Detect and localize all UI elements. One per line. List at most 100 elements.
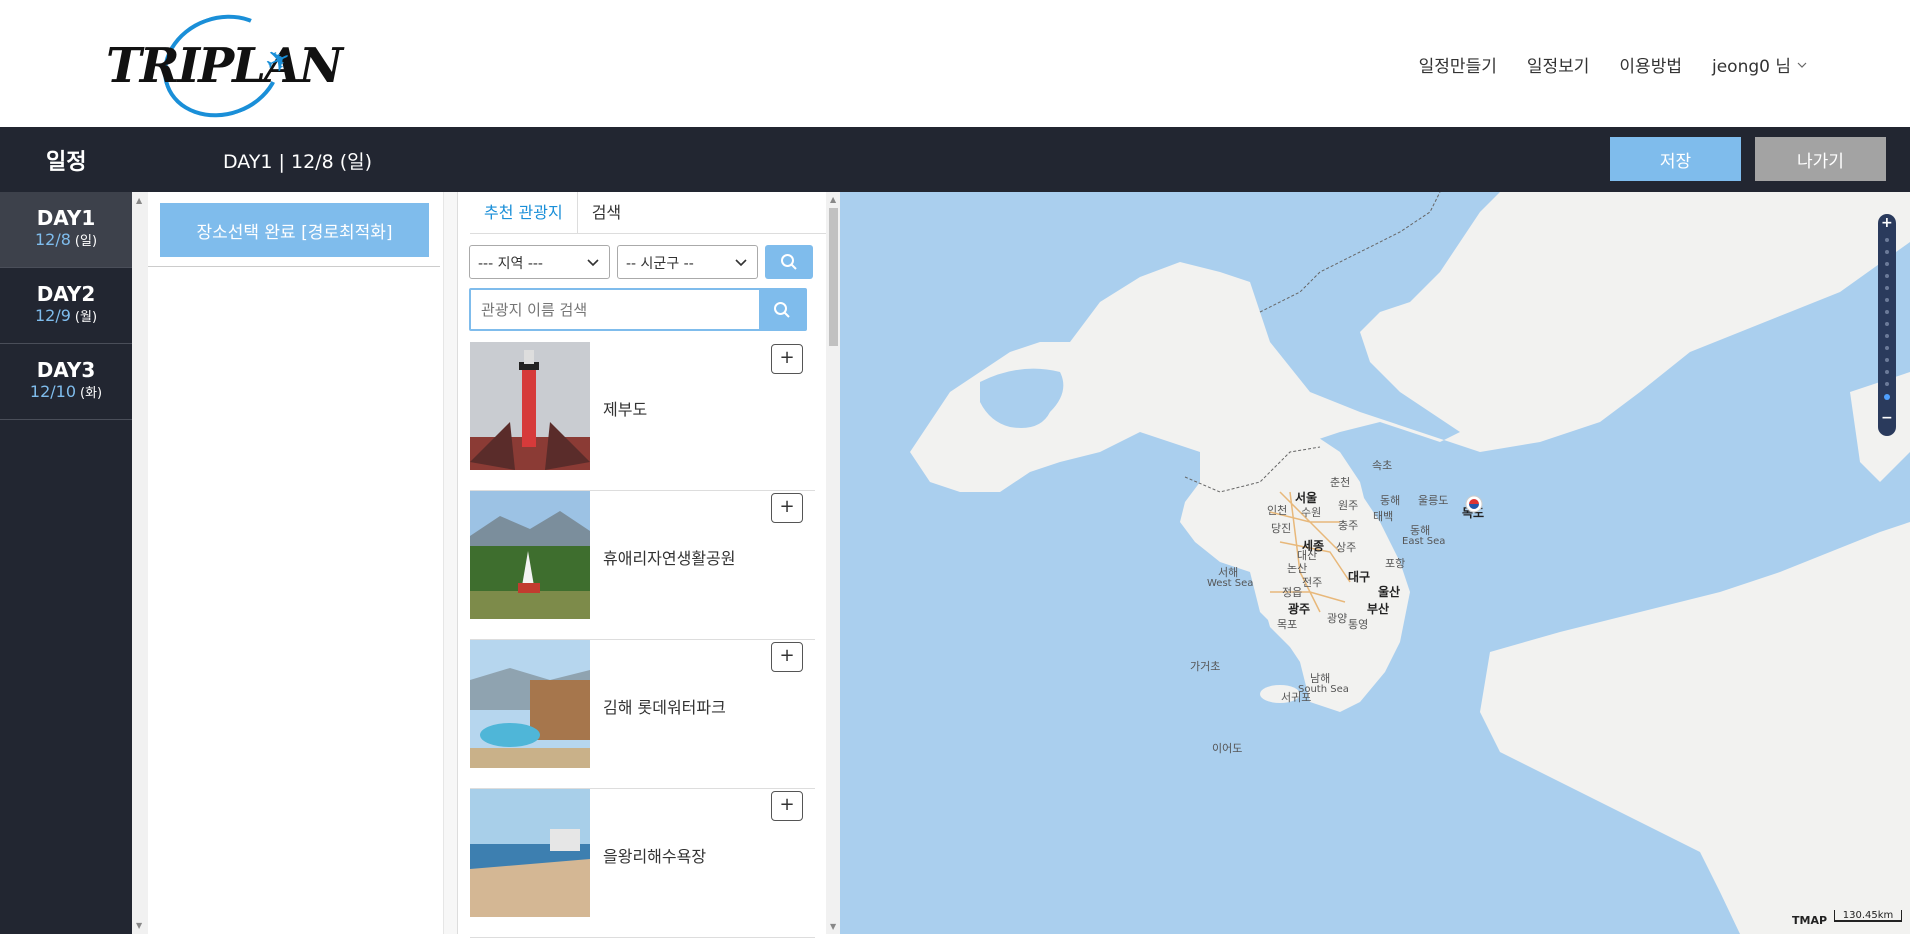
day-weekday: (일): [74, 234, 98, 249]
day-name: DAY3: [36, 358, 96, 382]
filter-search-button[interactable]: [765, 245, 813, 279]
place-search-button[interactable]: [759, 290, 805, 329]
zoom-level-dot: [1885, 358, 1889, 362]
day-name: DAY1: [36, 206, 96, 230]
map-label: 상주: [1336, 541, 1357, 554]
scroll-down-arrow[interactable]: ▼: [830, 922, 836, 931]
zoom-level-handle[interactable]: [1884, 394, 1890, 400]
map-label: 춘천: [1330, 476, 1351, 489]
place-tabs: 추천 관광지 검색: [470, 192, 830, 234]
map-label: 가거초: [1190, 660, 1221, 673]
places-scrollbar[interactable]: ▲ ▼: [826, 192, 841, 934]
left-scrollbar[interactable]: ▲ ▼: [132, 192, 148, 934]
map-label: 부산: [1367, 602, 1390, 616]
current-day-title: DAY1 | 12/8 (일): [223, 151, 373, 173]
triplan-logo[interactable]: TRIPLAN ✈: [104, 0, 343, 134]
list-item[interactable]: 휴애리자연생활공원 +: [470, 491, 815, 640]
chevron-down-icon: [735, 259, 747, 267]
chevron-down-icon: [1797, 62, 1807, 68]
nav-how-to-use[interactable]: 이용방법: [1619, 52, 1682, 77]
flag-icon: [1465, 495, 1483, 513]
scrollbar-thumb[interactable]: [829, 208, 838, 346]
nav-create-schedule[interactable]: 일정만들기: [1419, 52, 1497, 77]
map-label: 광양: [1327, 612, 1348, 625]
zoom-level-dot: [1885, 262, 1889, 266]
place-search-input[interactable]: [471, 290, 759, 329]
zoom-level-dot: [1885, 382, 1889, 386]
site-header: TRIPLAN ✈ 일정만들기 일정보기 이용방법 jeong0 님: [0, 0, 1910, 134]
add-place-button[interactable]: +: [771, 344, 803, 374]
beach-photo: [470, 789, 590, 917]
add-place-button[interactable]: +: [771, 791, 803, 821]
user-menu[interactable]: jeong0 님: [1712, 52, 1807, 77]
map-label: 태백: [1373, 510, 1394, 523]
sea-label: South Sea: [1298, 684, 1349, 695]
map-label: 수원: [1301, 506, 1322, 519]
place-name: 김해 롯데워터파크: [603, 698, 726, 717]
chevron-down-icon: [587, 259, 599, 267]
map-view[interactable]: 서울 인천 수원 원주 춘천 속초 동해 태백 충주 당진 대산 세종 상주 논…: [840, 192, 1910, 934]
map-label: 충주: [1338, 519, 1359, 532]
map-label: 원주: [1338, 499, 1359, 512]
day-sidebar: DAY1 12/8 (일) DAY2 12/9 (월) DAY3 12/10 (화): [0, 192, 132, 934]
map-label: 이어도: [1212, 742, 1243, 755]
sea-label: West Sea: [1207, 578, 1254, 589]
zoom-level-dot: [1885, 346, 1889, 350]
schedule-title: 일정: [46, 150, 87, 175]
zoom-in-button[interactable]: +: [1881, 216, 1893, 230]
district-select-value: -- 시군구 --: [626, 256, 694, 272]
place-search: [469, 288, 807, 331]
zoom-out-button[interactable]: −: [1881, 411, 1893, 425]
finish-selection-button[interactable]: 장소선택 완료 [경로최적화]: [160, 203, 429, 257]
map-label: 대구: [1348, 570, 1371, 584]
day-date: 12/10: [29, 382, 76, 401]
map-label: 인천: [1267, 504, 1288, 517]
schedule-toolbar: 일정 DAY1 | 12/8 (일) 저장 나가기: [0, 127, 1910, 192]
tab-recommended[interactable]: 추천 관광지: [470, 192, 578, 233]
zoom-level-dot: [1885, 334, 1889, 338]
places-panel: 추천 관광지 검색 --- 지역 --- -- 시군구 -- 관광지 이름 검색…: [457, 192, 841, 938]
region-select[interactable]: --- 지역 ---: [469, 245, 610, 279]
place-name: 을왕리해수욕장: [603, 847, 707, 866]
filter-row: --- 지역 --- -- 시군구 --: [469, 245, 813, 279]
day-name: DAY2: [36, 282, 96, 306]
day-date: 12/8: [34, 230, 71, 249]
scroll-up-arrow[interactable]: ▲: [830, 195, 836, 204]
day-date: 12/9: [34, 306, 71, 325]
zoom-level-dot: [1885, 322, 1889, 326]
zoom-level-dot: [1885, 298, 1889, 302]
day-item-1[interactable]: DAY1 12/8 (일): [0, 192, 132, 268]
logo-text: TRIPLAN: [106, 38, 343, 94]
region-select-value: --- 지역 ---: [478, 256, 543, 272]
day-item-3[interactable]: DAY3 12/10 (화): [0, 344, 132, 420]
zoom-level-dot: [1885, 286, 1889, 290]
day-weekday: (월): [74, 310, 98, 325]
day-item-2[interactable]: DAY2 12/9 (월): [0, 268, 132, 344]
tab-search[interactable]: 검색: [578, 192, 635, 233]
add-place-button[interactable]: +: [771, 493, 803, 523]
tmap-brand: TMAP: [1792, 914, 1828, 927]
lighthouse-photo: [470, 342, 590, 470]
nav-view-schedule[interactable]: 일정보기: [1527, 52, 1590, 77]
day-weekday: (화): [80, 386, 103, 401]
divider: [148, 266, 440, 267]
list-item[interactable]: 제부도 +: [470, 342, 815, 491]
exit-button[interactable]: 나가기: [1755, 137, 1886, 181]
zoom-level-dot: [1885, 238, 1889, 242]
scroll-up-arrow[interactable]: ▲: [136, 196, 142, 205]
map-label: 속초: [1372, 459, 1393, 472]
selected-scrollbar[interactable]: [443, 192, 457, 934]
district-select[interactable]: -- 시군구 --: [617, 245, 758, 279]
place-name: 휴애리자연생활공원: [603, 549, 736, 568]
add-place-button[interactable]: +: [771, 642, 803, 672]
map-label: 당진: [1271, 522, 1292, 535]
zoom-level-dot: [1885, 274, 1889, 278]
list-item[interactable]: 을왕리해수욕장 +: [470, 789, 815, 938]
park-photo: [470, 491, 590, 619]
save-button[interactable]: 저장: [1610, 137, 1741, 181]
list-item[interactable]: 김해 롯데워터파크 +: [470, 640, 815, 789]
zoom-control[interactable]: + −: [1878, 214, 1896, 436]
search-icon: [781, 254, 797, 270]
scroll-down-arrow[interactable]: ▼: [136, 921, 142, 930]
map-label: 포항: [1385, 557, 1406, 570]
